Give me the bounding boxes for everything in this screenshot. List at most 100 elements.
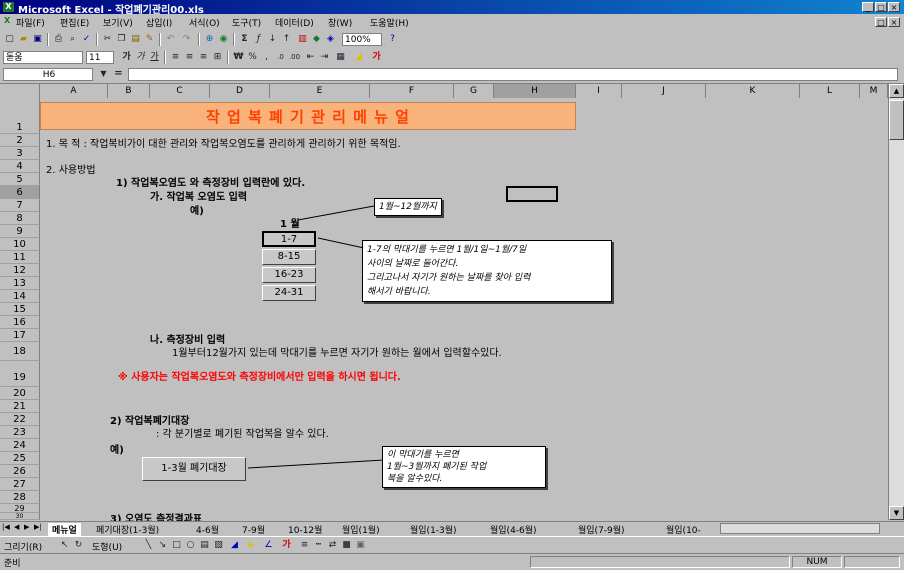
row-header[interactable]: 27: [0, 478, 40, 491]
day-button-1-7[interactable]: 1-7: [262, 231, 316, 247]
menu-data[interactable]: 데이터(D): [275, 16, 314, 29]
menu-format[interactable]: 서식(O): [189, 16, 220, 29]
copy-icon[interactable]: ❐: [115, 33, 128, 45]
cut-icon[interactable]: ✂: [101, 33, 114, 45]
row-header[interactable]: 9: [0, 225, 40, 238]
function-icon[interactable]: ƒ: [252, 33, 265, 45]
menu-window[interactable]: 창(W): [328, 16, 352, 29]
undo-icon[interactable]: ↶: [164, 33, 177, 45]
tab-q3[interactable]: 7-9월: [242, 523, 265, 536]
borders-icon[interactable]: ▦: [334, 51, 347, 63]
menu-view[interactable]: 보기(V): [103, 16, 133, 29]
print-preview-icon[interactable]: ⌕: [66, 33, 79, 45]
scroll-down-icon[interactable]: ▼: [889, 506, 904, 520]
decrease-decimal-icon[interactable]: .00: [288, 51, 301, 63]
line-icon[interactable]: ╲: [142, 539, 155, 551]
column-header[interactable]: E: [270, 84, 370, 98]
horizontal-scrollbar[interactable]: [720, 523, 880, 534]
tab-input-q2[interactable]: 월입(4-6월): [490, 523, 537, 536]
row-header[interactable]: 22: [0, 413, 40, 426]
row-header[interactable]: 13: [0, 277, 40, 290]
increase-decimal-icon[interactable]: .0: [274, 51, 287, 63]
day-button-16-23[interactable]: 16-23: [262, 267, 316, 283]
web-toolbar-icon[interactable]: ◉: [217, 33, 230, 45]
menu-file[interactable]: 파일(F): [16, 16, 45, 29]
arrow-icon[interactable]: ↘: [156, 539, 169, 551]
wordart-icon[interactable]: ▧: [212, 539, 225, 551]
row-header[interactable]: 29: [0, 504, 40, 513]
prev-sheet-icon[interactable]: ◀: [14, 523, 19, 531]
tab-input-jan[interactable]: 월입(1월): [342, 523, 380, 536]
hyperlink-icon[interactable]: ⊕: [203, 33, 216, 45]
font-name-select[interactable]: 돋움: [3, 51, 83, 64]
tab-q2[interactable]: 4-6월: [196, 523, 219, 536]
sort-descending-icon[interactable]: ↑: [280, 33, 293, 45]
arrow-style-icon[interactable]: ⇄: [326, 539, 339, 551]
shadow-icon[interactable]: ■: [340, 539, 353, 551]
draw-menu[interactable]: 그리기(R): [4, 540, 42, 553]
fill-color-icon[interactable]: ◢: [352, 51, 365, 63]
minimize-button[interactable]: _: [862, 2, 874, 12]
line-color-icon[interactable]: ∠: [262, 539, 275, 551]
column-header[interactable]: M: [860, 84, 888, 98]
row-header[interactable]: 7: [0, 199, 40, 212]
column-header[interactable]: J: [622, 84, 706, 98]
day-button-24-31[interactable]: 24-31: [262, 285, 316, 301]
font-color-icon[interactable]: 가: [370, 51, 383, 63]
sort-ascending-icon[interactable]: ↓: [266, 33, 279, 45]
map-icon[interactable]: ◆: [310, 33, 323, 45]
row-header[interactable]: 10: [0, 238, 40, 251]
free-rotate-icon[interactable]: ↻: [72, 539, 85, 551]
row-header[interactable]: 17: [0, 329, 40, 342]
percent-icon[interactable]: %: [246, 51, 259, 63]
merge-center-icon[interactable]: ⊞: [211, 51, 224, 63]
print-icon[interactable]: ⎙: [52, 33, 65, 45]
redo-icon[interactable]: ↷: [180, 33, 193, 45]
menu-insert[interactable]: 삽입(I): [146, 16, 172, 29]
menu-help[interactable]: 도움말(H): [370, 16, 409, 29]
day-button-8-15[interactable]: 8-15: [262, 249, 316, 265]
column-header[interactable]: D: [210, 84, 270, 98]
column-header[interactable]: I: [576, 84, 622, 98]
menu-edit[interactable]: 편집(E): [60, 16, 89, 29]
draw-fill-color-icon[interactable]: ◈: [244, 539, 257, 551]
row-header[interactable]: 3: [0, 147, 40, 160]
row-header[interactable]: 5: [0, 173, 40, 186]
column-header[interactable]: C: [150, 84, 210, 98]
selected-cell-h6[interactable]: [506, 186, 558, 202]
disposal-ledger-button[interactable]: 1-3월 폐기대장: [142, 457, 246, 481]
column-header[interactable]: B: [108, 84, 150, 98]
autoshapes-menu[interactable]: 도형(U): [92, 540, 122, 553]
align-right-icon[interactable]: ≡: [197, 51, 210, 63]
scroll-up-icon[interactable]: ▲: [889, 84, 904, 98]
line-style-icon[interactable]: ≡: [298, 539, 311, 551]
column-header[interactable]: A: [40, 84, 108, 98]
row-header[interactable]: 12: [0, 264, 40, 277]
maximize-button[interactable]: □: [875, 2, 887, 12]
close-button[interactable]: ×: [888, 2, 900, 12]
align-center-icon[interactable]: ≡: [183, 51, 196, 63]
row-header[interactable]: 14: [0, 290, 40, 303]
row-header[interactable]: 30: [0, 513, 40, 520]
tab-q4[interactable]: 10-12월: [288, 523, 322, 536]
row-header[interactable]: 28: [0, 491, 40, 504]
save-icon[interactable]: ▣: [31, 33, 44, 45]
row-header[interactable]: 20: [0, 387, 40, 400]
currency-icon[interactable]: ₩: [232, 51, 245, 63]
clipart-icon[interactable]: ◢: [228, 539, 241, 551]
first-sheet-icon[interactable]: |◀: [2, 523, 10, 531]
row-header[interactable]: 25: [0, 452, 40, 465]
decrease-indent-icon[interactable]: ⇤: [304, 51, 317, 63]
comma-icon[interactable]: ,: [260, 51, 273, 63]
increase-indent-icon[interactable]: ⇥: [318, 51, 331, 63]
row-header[interactable]: 23: [0, 426, 40, 439]
3d-icon[interactable]: ▣: [354, 539, 367, 551]
format-painter-icon[interactable]: ✎: [143, 33, 156, 45]
column-header[interactable]: K: [706, 84, 800, 98]
textbox-icon[interactable]: ▤: [198, 539, 211, 551]
row-header[interactable]: 8: [0, 212, 40, 225]
underline-icon[interactable]: 가: [148, 51, 161, 63]
row-header-selected[interactable]: 6: [0, 186, 40, 199]
open-icon[interactable]: ▰: [17, 33, 30, 45]
drawing-icon[interactable]: ◈: [324, 33, 337, 45]
